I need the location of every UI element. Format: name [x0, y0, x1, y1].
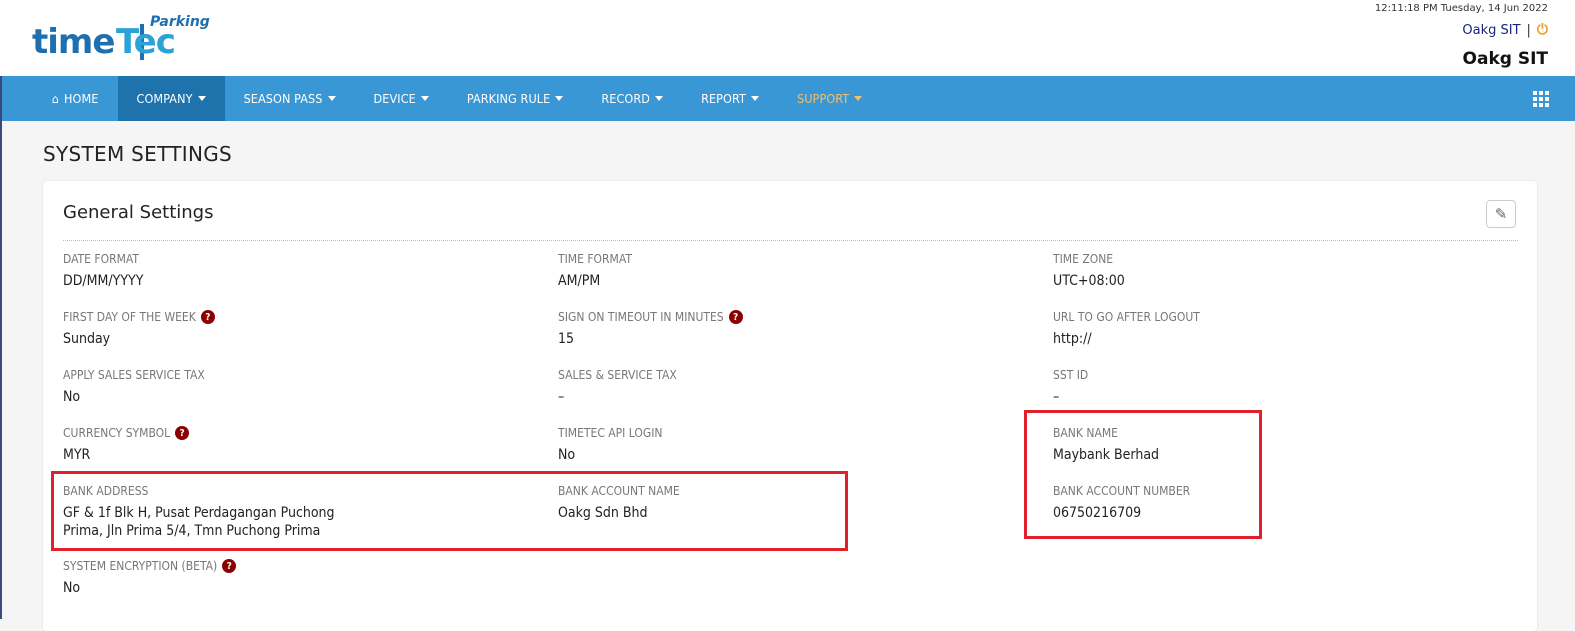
- field-date-format: DATE FORMAT DD/MM/YYYY: [63, 251, 503, 290]
- power-icon[interactable]: ⏻: [1537, 22, 1548, 38]
- field-encryption: SYSTEM ENCRYPTION (BETA) ? No: [63, 558, 503, 597]
- field-first-day: FIRST DAY OF THE WEEK ? Sunday: [63, 309, 503, 348]
- question-icon[interactable]: ?: [200, 310, 215, 324]
- logo-time: time: [32, 22, 115, 62]
- question-icon[interactable]: ?: [222, 559, 237, 573]
- nav-parking-rule-label: PARKING RULE: [466, 91, 551, 106]
- field-value: No: [63, 389, 81, 405]
- general-settings-card: General Settings ✎ DATE FORMAT DD/MM/YYY…: [43, 181, 1537, 631]
- field-label: SIGN ON TIMEOUT IN MINUTES: [558, 310, 724, 324]
- question-icon[interactable]: ?: [728, 310, 743, 324]
- field-sst: SALES & SERVICE TAX –: [558, 367, 998, 406]
- field-value: –: [558, 389, 565, 405]
- nav-device-label: DEVICE: [373, 91, 416, 106]
- apps-grid-icon[interactable]: [1533, 91, 1549, 107]
- field-label-row: SYSTEM ENCRYPTION (BETA) ?: [63, 558, 503, 574]
- field-value: –: [1053, 389, 1060, 405]
- field-label: FIRST DAY OF THE WEEK: [63, 310, 196, 324]
- nav-report[interactable]: REPORT: [682, 76, 778, 121]
- user-name-link[interactable]: Oakg SIT: [1462, 23, 1520, 38]
- nav-parking-rule[interactable]: PARKING RULE: [448, 76, 582, 121]
- highlight-box-bank-details: [1024, 410, 1262, 539]
- highlight-box-bank-address: [51, 471, 848, 551]
- field-label: URL TO GO AFTER LOGOUT: [1053, 310, 1200, 324]
- question-icon[interactable]: ?: [175, 426, 190, 440]
- pencil-icon: ✎: [1494, 205, 1508, 223]
- field-label: SYSTEM ENCRYPTION (BETA): [63, 559, 218, 573]
- field-label: DATE FORMAT: [63, 252, 139, 266]
- field-label: TIME ZONE: [1053, 252, 1114, 266]
- nav-record-label: RECORD: [601, 91, 651, 106]
- field-value: No: [63, 580, 81, 596]
- field-logout-url: URL TO GO AFTER LOGOUT http://: [1053, 309, 1493, 348]
- field-value: 15: [558, 331, 575, 347]
- edit-button[interactable]: ✎: [1486, 200, 1516, 228]
- field-label: SST ID: [1053, 368, 1089, 382]
- nav-season-pass[interactable]: SEASON PASS: [225, 76, 355, 121]
- nav-report-label: REPORT: [701, 91, 746, 106]
- field-label-row: CURRENCY SYMBOL ?: [63, 425, 503, 441]
- nav-support[interactable]: SUPPORT: [778, 76, 881, 121]
- nav-company[interactable]: COMPANY: [117, 76, 225, 121]
- field-value: AM/PM: [558, 273, 601, 289]
- field-label: SALES & SERVICE TAX: [558, 368, 677, 382]
- company-name: Oakg SIT: [1462, 49, 1548, 69]
- field-label-row: FIRST DAY OF THE WEEK ?: [63, 309, 503, 325]
- home-icon: ⌂: [52, 91, 59, 106]
- nav-company-label: COMPANY: [136, 91, 193, 106]
- field-value: UTC+08:00: [1053, 273, 1125, 289]
- field-api-login: TIMETEC API LOGIN No: [558, 425, 998, 464]
- field-label-row: SIGN ON TIMEOUT IN MINUTES ?: [558, 309, 998, 325]
- chevron-down-icon: [327, 96, 336, 101]
- field-value: No: [558, 447, 576, 463]
- nav-home-label: HOME: [63, 91, 99, 106]
- field-time-zone: TIME ZONE UTC+08:00: [1053, 251, 1493, 290]
- chevron-down-icon: [854, 96, 863, 101]
- field-time-format: TIME FORMAT AM/PM: [558, 251, 998, 290]
- user-line: Oakg SIT | ⏻: [1462, 22, 1548, 38]
- nav-support-label: SUPPORT: [796, 91, 850, 106]
- chevron-down-icon: [555, 96, 564, 101]
- field-label: APPLY SALES SERVICE TAX: [63, 368, 205, 382]
- main-nav: ⌂ HOME COMPANY SEASON PASS DEVICE PARKIN…: [2, 76, 1575, 121]
- nav-season-pass-label: SEASON PASS: [243, 91, 323, 106]
- field-value: MYR: [63, 447, 91, 463]
- field-value: Sunday: [63, 331, 111, 347]
- chevron-down-icon: [750, 96, 759, 101]
- field-currency: CURRENCY SYMBOL ? MYR: [63, 425, 503, 464]
- field-sst-id: SST ID –: [1053, 367, 1493, 406]
- field-label: CURRENCY SYMBOL: [63, 426, 171, 440]
- field-label: TIMETEC API LOGIN: [558, 426, 663, 440]
- chevron-down-icon: [655, 96, 664, 101]
- chevron-down-icon: [197, 96, 206, 101]
- timetec-parking-logo[interactable]: time Tec Parking: [32, 12, 222, 67]
- field-value: DD/MM/YYYY: [63, 273, 144, 289]
- field-label: TIME FORMAT: [558, 252, 632, 266]
- separator: |: [1526, 22, 1531, 38]
- page-title: SYSTEM SETTINGS: [43, 142, 233, 166]
- chevron-down-icon: [420, 96, 429, 101]
- field-sign-on-timeout: SIGN ON TIMEOUT IN MINUTES ? 15: [558, 309, 998, 348]
- field-apply-sst: APPLY SALES SERVICE TAX No: [63, 367, 503, 406]
- field-value: http://: [1053, 331, 1092, 347]
- header: time Tec Parking 12:11:18 PM Tuesday, 14…: [0, 0, 1575, 76]
- current-datetime: 12:11:18 PM Tuesday, 14 Jun 2022: [1374, 3, 1548, 14]
- logo-parking: Parking: [150, 14, 210, 30]
- card-title: General Settings: [63, 202, 214, 223]
- nav-device[interactable]: DEVICE: [355, 76, 448, 121]
- nav-home[interactable]: ⌂ HOME: [2, 76, 118, 121]
- divider: [63, 240, 1518, 241]
- nav-record[interactable]: RECORD: [582, 76, 682, 121]
